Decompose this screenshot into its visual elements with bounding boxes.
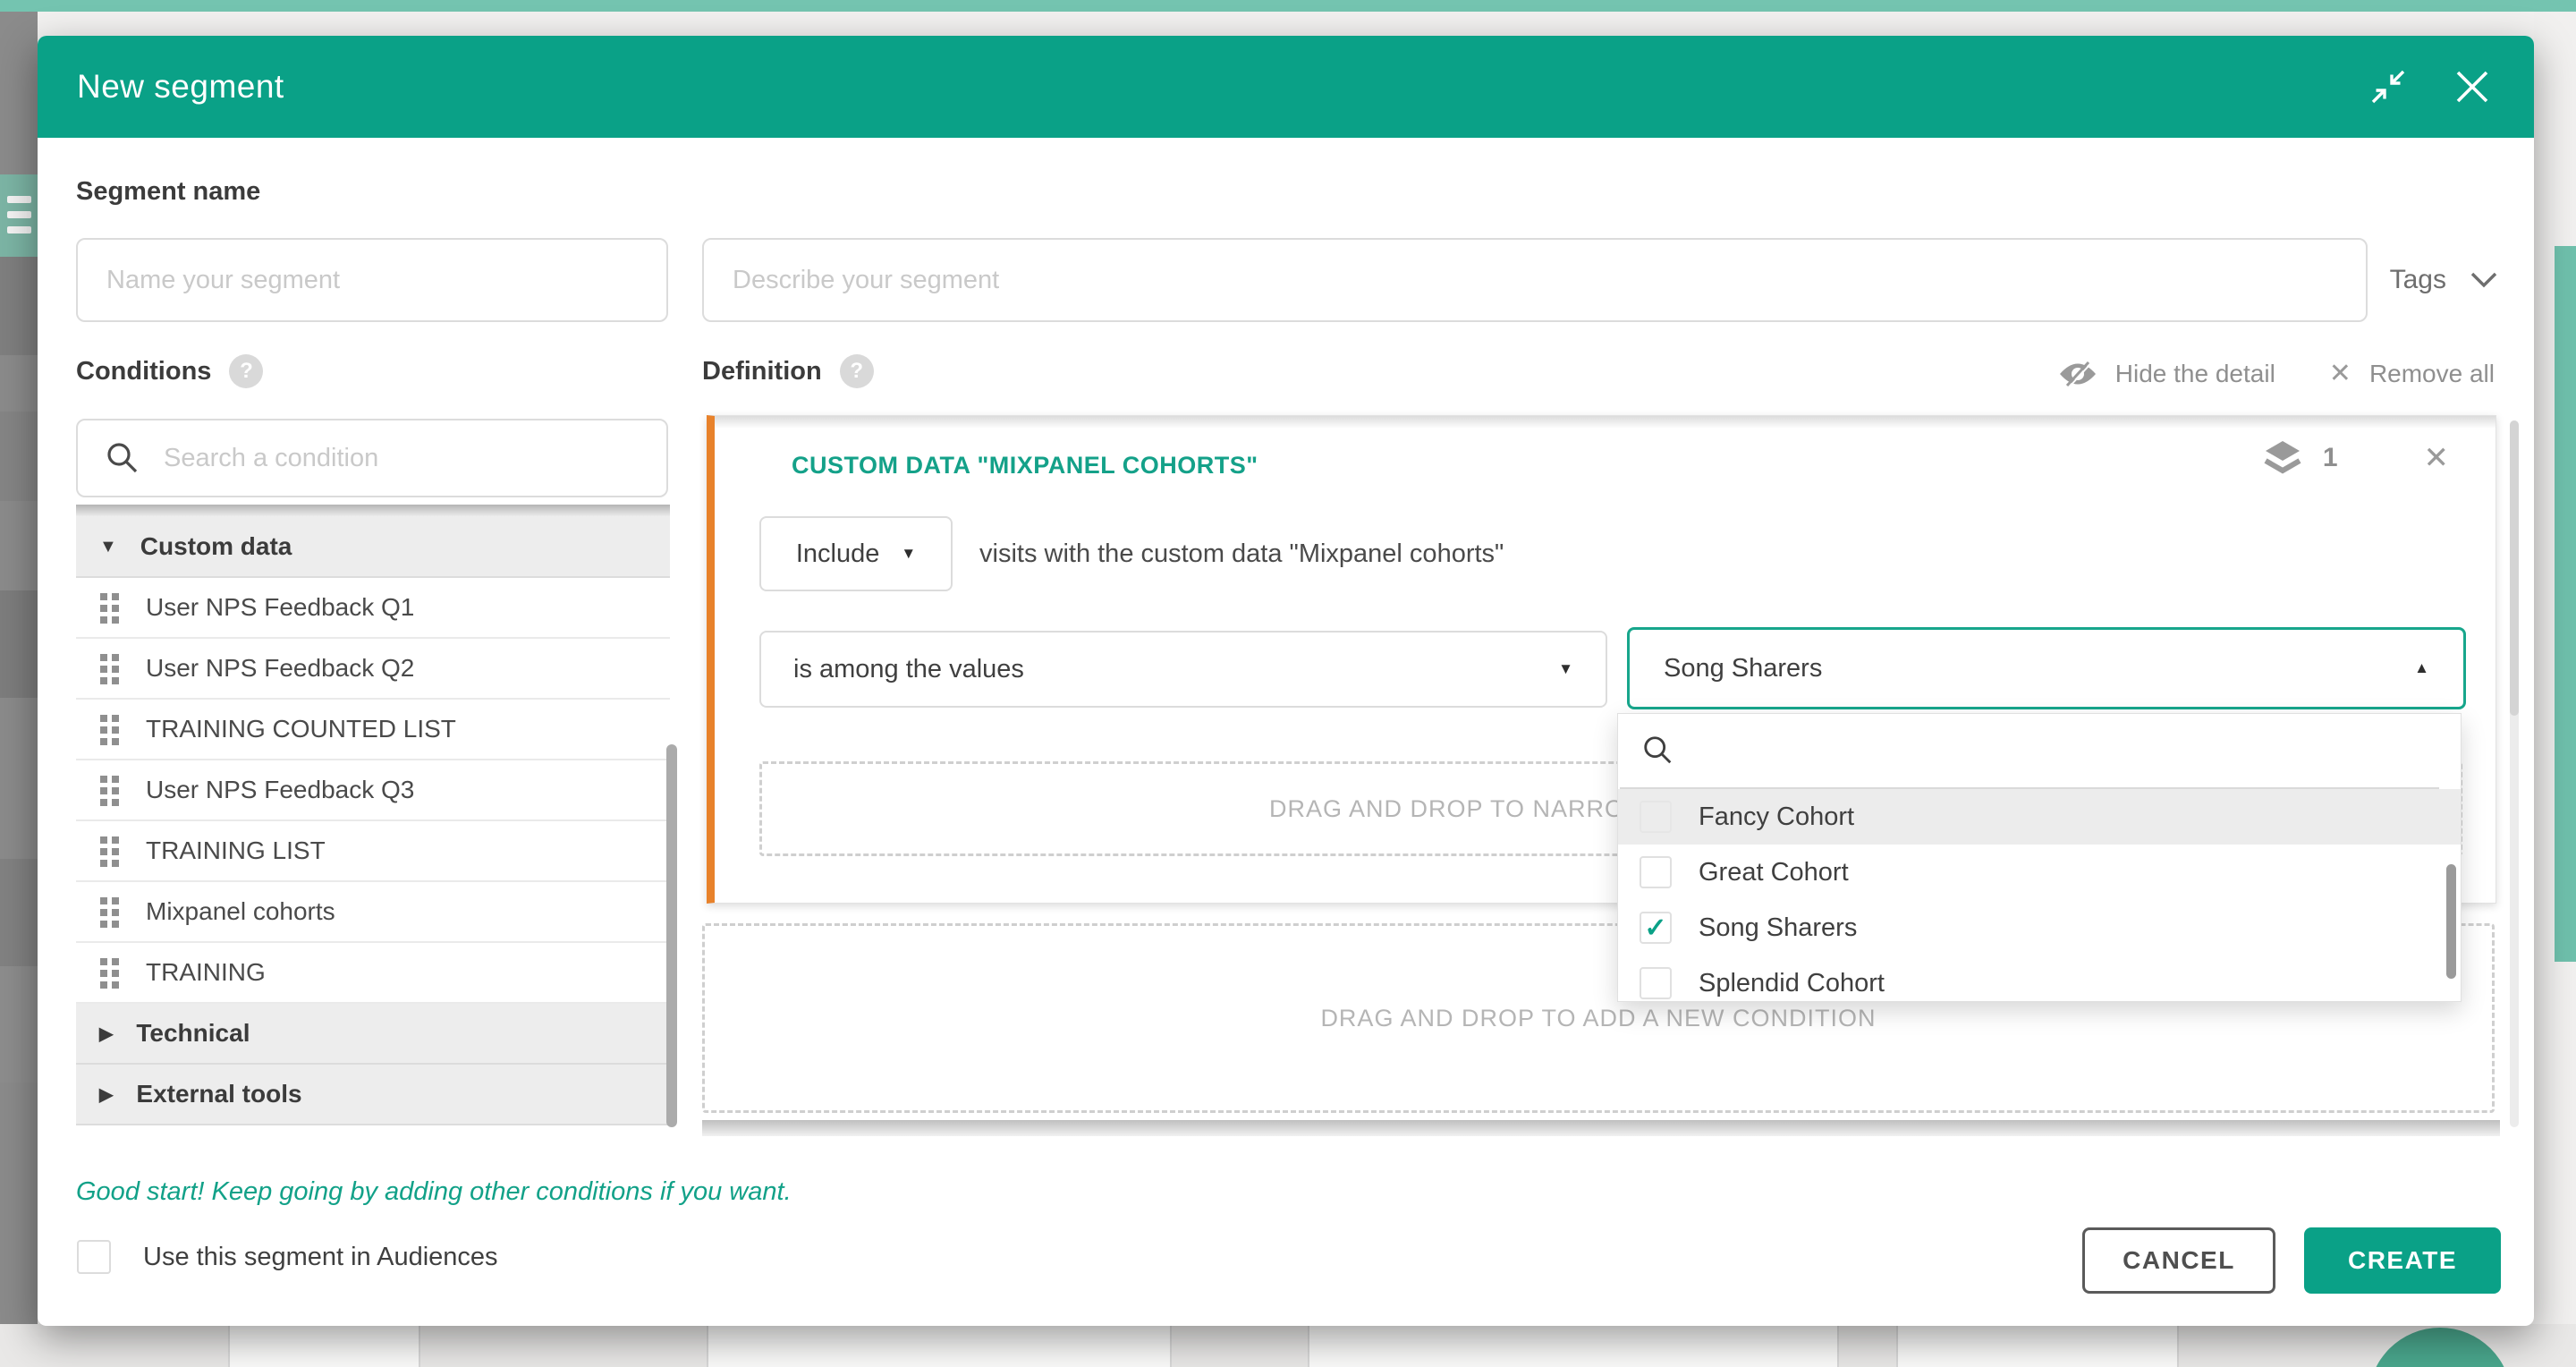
page-column [228, 1324, 420, 1367]
chevron-down-icon [2470, 271, 2498, 289]
dropdown-search-box[interactable] [1618, 714, 2461, 787]
operator-dropdown[interactable]: is among the values ▼ [759, 631, 1607, 708]
page-topbar [0, 0, 2576, 12]
hide-detail-button[interactable]: Hide the detail [2058, 359, 2275, 389]
segment-name-input[interactable] [76, 238, 668, 322]
encouragement-hint: Good start! Keep going by adding other c… [76, 1174, 792, 1210]
new-segment-modal: New segment Segment name [38, 36, 2534, 1326]
sidebar-item [0, 590, 38, 698]
include-dropdown[interactable]: Include ▼ [759, 516, 953, 591]
condition-item[interactable]: Mixpanel cohorts [76, 882, 670, 943]
group-custom-data[interactable]: ▼ Custom data [76, 517, 670, 578]
dropdown-option[interactable]: ✓ Song Sharers [1618, 900, 2461, 955]
sidebar-item [0, 257, 38, 355]
tags-dropdown[interactable]: Tags [2390, 258, 2498, 302]
remove-condition-icon[interactable]: ✕ [2424, 440, 2450, 476]
drag-handle-icon[interactable] [99, 713, 119, 745]
dropdown-scrollbar[interactable] [2446, 864, 2456, 979]
search-icon [105, 440, 140, 476]
close-icon: ✕ [2329, 358, 2351, 389]
screen: New segment Segment name [0, 0, 2576, 1367]
caret-right-icon: ▶ [99, 1023, 113, 1045]
layers-icon [2262, 439, 2303, 477]
modal-header: New segment [38, 36, 2534, 138]
caret-up-icon: ▲ [2414, 659, 2429, 677]
caret-down-icon: ▼ [901, 545, 916, 563]
definition-scrollbar-thumb[interactable] [2510, 420, 2519, 716]
drag-handle-icon[interactable] [99, 591, 119, 624]
search-icon [1641, 734, 1675, 768]
condition-item[interactable]: TRAINING COUNTED LIST [76, 700, 670, 760]
condition-item[interactable]: User NPS Feedback Q3 [76, 760, 670, 821]
collapse-icon[interactable] [2369, 68, 2407, 106]
checkbox-unchecked[interactable] [1640, 801, 1672, 833]
page-right-accent [2555, 246, 2576, 962]
segment-name-label: Segment name [76, 177, 260, 207]
condition-item[interactable]: User NPS Feedback Q2 [76, 639, 670, 700]
caret-down-icon: ▼ [1558, 660, 1573, 678]
group-technical[interactable]: ▶ Technical [76, 1004, 670, 1065]
definition-horizontal-scrollbar[interactable] [702, 1120, 2500, 1136]
condition-card-title: CUSTOM DATA "MIXPANEL COHORTS" [792, 452, 1258, 480]
dropdown-option[interactable]: Fancy Cohort [1618, 789, 2461, 845]
drag-handle-icon[interactable] [99, 774, 119, 806]
dropdown-option[interactable]: Splendid Cohort [1618, 955, 2461, 1002]
condition-search-input[interactable] [164, 444, 593, 473]
page-column [1896, 1324, 2179, 1367]
condition-item[interactable]: TRAINING LIST [76, 821, 670, 882]
segment-description-input[interactable] [702, 238, 2368, 322]
drag-handle-icon[interactable] [99, 956, 119, 989]
conditions-list: ▼ Custom data User NPS Feedback Q1 User … [76, 517, 670, 1125]
sidebar-item [0, 859, 38, 966]
close-icon[interactable] [2453, 68, 2491, 106]
page-column [707, 1324, 1172, 1367]
caret-right-icon: ▶ [99, 1083, 113, 1106]
drag-handle-icon[interactable] [99, 652, 119, 684]
eye-slash-icon [2058, 359, 2097, 389]
checkbox-unchecked[interactable] [1640, 856, 1672, 888]
remove-all-button[interactable]: ✕ Remove all [2329, 358, 2495, 389]
sidebar-item [0, 412, 38, 501]
condition-search-box[interactable] [76, 419, 668, 497]
checkbox-unchecked[interactable] [1640, 967, 1672, 999]
page-sidebar [0, 12, 38, 1324]
drag-handle-icon[interactable] [99, 835, 119, 867]
tags-label: Tags [2390, 265, 2446, 295]
audiences-checkbox-label: Use this segment in Audiences [143, 1243, 498, 1272]
condition-item[interactable]: TRAINING [76, 943, 670, 1004]
page-column [1308, 1324, 1839, 1367]
layer-count: 1 [2323, 443, 2338, 473]
help-icon[interactable]: ? [840, 354, 874, 388]
conditions-scrollbar[interactable] [666, 744, 677, 1127]
page-content-bottom [0, 1324, 2576, 1367]
definition-label: Definition ? [702, 354, 874, 388]
checkbox-checked[interactable]: ✓ [1640, 912, 1672, 944]
create-button[interactable]: CREATE [2304, 1227, 2501, 1294]
sidebar-item [0, 966, 38, 1083]
cancel-button[interactable]: CANCEL [2082, 1227, 2275, 1294]
condition-item[interactable]: User NPS Feedback Q1 [76, 578, 670, 639]
dropdown-option[interactable]: Great Cohort [1618, 845, 2461, 900]
help-icon[interactable]: ? [229, 354, 263, 388]
menu-icon [0, 174, 38, 257]
condition-summary: visits with the custom data "Mixpanel co… [979, 516, 1504, 591]
conditions-scroll-shadow [76, 505, 670, 517]
modal-title: New segment [77, 36, 284, 138]
check-icon: ✓ [1644, 913, 1666, 944]
value-dropdown[interactable]: Song Sharers ▲ [1627, 627, 2466, 709]
value-dropdown-panel: Fancy Cohort Great Cohort ✓ Song Sharers… [1617, 713, 2462, 1002]
drag-handle-icon[interactable] [99, 896, 119, 928]
caret-down-icon: ▼ [99, 537, 117, 557]
audiences-checkbox[interactable] [77, 1240, 111, 1274]
group-external-tools[interactable]: ▶ External tools [76, 1065, 670, 1125]
conditions-label: Conditions ? [76, 354, 263, 388]
